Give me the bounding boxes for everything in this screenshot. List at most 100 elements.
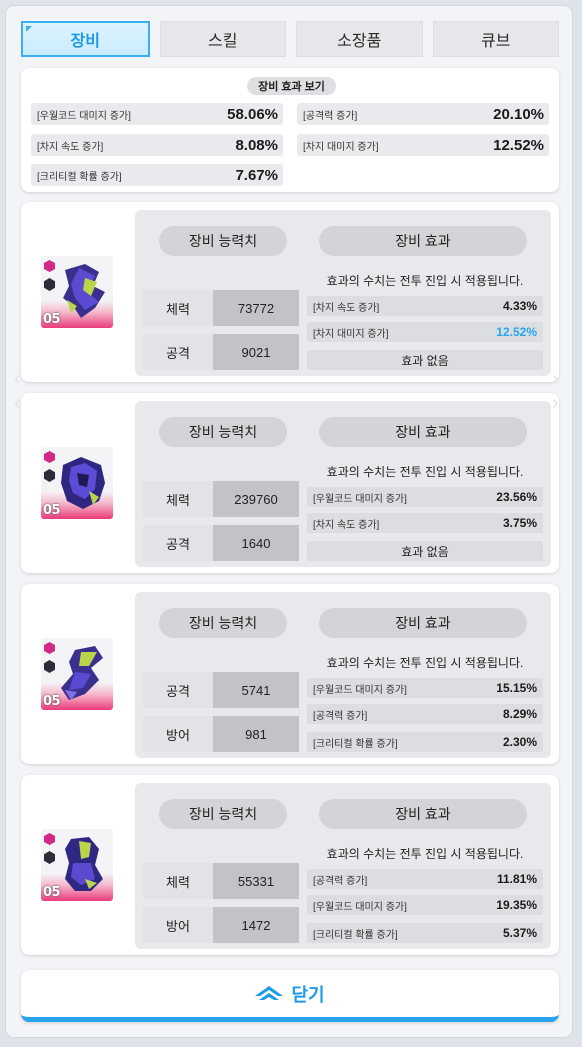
effect-value: 8.29% bbox=[502, 707, 537, 721]
effect-label: [우월코드 대미지 증가] bbox=[313, 493, 407, 505]
stat-value: 1472 bbox=[213, 907, 299, 943]
stat-name: 체력 bbox=[143, 290, 213, 326]
effects-header: 장비 효과 bbox=[319, 226, 527, 256]
gear-art-icon bbox=[63, 264, 105, 318]
effect-label: [크리티컬 확률 증가] bbox=[313, 929, 398, 941]
equipment-level: 05 bbox=[43, 312, 61, 327]
stat-name: 방어 bbox=[143, 716, 213, 752]
stat-row: 공격 5741 bbox=[143, 672, 299, 708]
close-button[interactable]: 닫기 bbox=[21, 970, 559, 1022]
effect-value: 15.15% bbox=[496, 681, 537, 695]
equipment-icon[interactable]: 05 bbox=[41, 638, 113, 710]
rarity-badge-icon bbox=[44, 260, 55, 272]
equipment-level: 05 bbox=[43, 503, 61, 518]
summary-row-value: 58.06% bbox=[227, 105, 278, 123]
summary-row-label: [차지 속도 증가] bbox=[37, 141, 104, 153]
stat-row: 방어 981 bbox=[143, 716, 299, 752]
gear-art-icon bbox=[65, 837, 103, 891]
gear-art-icon bbox=[61, 646, 103, 700]
effect-row: [크리티컬 확률 증가] 5.37% bbox=[307, 923, 543, 943]
tab-bar: 장비 스킬 소장품 큐브 bbox=[21, 21, 559, 57]
equipment-detail-panel: 장비 능력치 장비 효과 체력 73772 공격 9021 효과의 수치는 전투… bbox=[135, 210, 551, 376]
equipment-card[interactable]: 05 장비 능력치 장비 효과 체력 55331 방어 1472 효과의 수치는… bbox=[21, 775, 559, 955]
equipment-level: 05 bbox=[43, 694, 61, 709]
stat-name: 체력 bbox=[143, 481, 213, 517]
effect-label: [차지 속도 증가] bbox=[313, 519, 380, 531]
effect-label: [공격력 증가] bbox=[313, 875, 368, 887]
stat-row: 체력 239760 bbox=[143, 481, 299, 517]
effect-row: [차지 속도 증가] 4.33% bbox=[307, 296, 543, 316]
equipment-level: 05 bbox=[43, 885, 61, 900]
scroll-left-icon: ‹ bbox=[14, 368, 21, 390]
effect-row: [우월코드 대미지 증가] 23.56% bbox=[307, 487, 543, 507]
stat-name: 공격 bbox=[143, 525, 213, 561]
effects-header: 장비 효과 bbox=[319, 799, 527, 829]
tab-equipment[interactable]: 장비 bbox=[21, 21, 150, 57]
equipment-icon[interactable]: 05 bbox=[41, 829, 113, 901]
equipment-effect-summary: 장비 효과 보기 [우월코드 대미지 증가] 58.06% [공격력 증가] 2… bbox=[21, 68, 559, 192]
effect-value: 3.75% bbox=[502, 516, 537, 530]
stat-name: 방어 bbox=[143, 907, 213, 943]
summary-title: 장비 효과 보기 bbox=[247, 77, 336, 95]
effect-value: 4.33% bbox=[502, 299, 537, 313]
effect-label: [우월코드 대미지 증가] bbox=[313, 684, 407, 696]
effect-value: 5.37% bbox=[502, 926, 537, 940]
class-badge-icon bbox=[44, 278, 55, 291]
close-button-label: 닫기 bbox=[291, 984, 325, 1005]
effect-label: [크리티컬 확률 증가] bbox=[313, 738, 398, 750]
effect-value: 23.56% bbox=[496, 490, 537, 504]
stat-value: 55331 bbox=[213, 863, 299, 899]
effect-row: [차지 대미지 증가] 12.52% bbox=[307, 322, 543, 342]
stat-value: 981 bbox=[213, 716, 299, 752]
summary-row-value: 12.52% bbox=[493, 136, 544, 154]
effect-label: [차지 속도 증가] bbox=[313, 302, 380, 314]
stat-name: 공격 bbox=[143, 334, 213, 370]
scroll-left-icon: ‹ bbox=[14, 392, 21, 414]
stat-name: 공격 bbox=[143, 672, 213, 708]
summary-row: [차지 속도 증가] 8.08% bbox=[31, 134, 283, 156]
summary-row-value: 7.67% bbox=[235, 166, 278, 184]
effect-label: 효과 없음 bbox=[401, 544, 449, 559]
equipment-card[interactable]: 05 장비 능력치 장비 효과 체력 73772 공격 9021 효과의 수치는… bbox=[21, 202, 559, 382]
effect-value: 12.52% bbox=[496, 325, 537, 339]
summary-row-label: [크리티컬 확률 증가] bbox=[37, 171, 122, 183]
effects-header: 장비 효과 bbox=[319, 417, 527, 447]
effect-row: [크리티컬 확률 증가] 2.30% bbox=[307, 732, 543, 752]
equipment-card[interactable]: 05 장비 능력치 장비 효과 공격 5741 방어 981 효과의 수치는 전… bbox=[21, 584, 559, 764]
effect-value: 19.35% bbox=[496, 898, 537, 912]
equipment-icon[interactable]: 05 bbox=[41, 256, 113, 328]
effect-row: [우월코드 대미지 증가] 15.15% bbox=[307, 678, 543, 698]
effect-row: [우월코드 대미지 증가] 19.35% bbox=[307, 895, 543, 915]
tab-skill[interactable]: 스킬 bbox=[159, 21, 286, 57]
scroll-right-icon: › bbox=[552, 392, 559, 414]
stats-header: 장비 능력치 bbox=[159, 226, 287, 256]
stat-value: 1640 bbox=[213, 525, 299, 561]
scroll-right-icon: › bbox=[552, 368, 559, 390]
equipment-icon[interactable]: 05 bbox=[41, 447, 113, 519]
chevron-up-icon bbox=[255, 985, 284, 1000]
summary-row-value: 8.08% bbox=[235, 136, 278, 154]
stat-row: 체력 55331 bbox=[143, 863, 299, 899]
effect-label: [우월코드 대미지 증가] bbox=[313, 901, 407, 913]
summary-row: [공격력 증가] 20.10% bbox=[297, 103, 549, 125]
effect-row-empty: 효과 없음 bbox=[307, 350, 543, 370]
tab-collection[interactable]: 소장품 bbox=[296, 21, 423, 57]
stat-row: 공격 1640 bbox=[143, 525, 299, 561]
stats-header: 장비 능력치 bbox=[159, 799, 287, 829]
equipment-detail-panel: 장비 능력치 장비 효과 공격 5741 방어 981 효과의 수치는 전투 진… bbox=[135, 592, 551, 758]
stat-row: 공격 9021 bbox=[143, 334, 299, 370]
stat-value: 5741 bbox=[213, 672, 299, 708]
class-badge-icon bbox=[44, 660, 55, 673]
tab-cube[interactable]: 큐브 bbox=[432, 21, 559, 57]
effects-header: 장비 효과 bbox=[319, 608, 527, 638]
stat-value: 239760 bbox=[213, 481, 299, 517]
stats-header: 장비 능력치 bbox=[159, 417, 287, 447]
effect-notice: 효과의 수치는 전투 진입 시 적용됩니다. bbox=[326, 847, 524, 861]
summary-row-label: [우월코드 대미지 증가] bbox=[37, 110, 131, 122]
class-badge-icon bbox=[44, 469, 55, 482]
equipment-card[interactable]: 05 장비 능력치 장비 효과 체력 239760 공격 1640 효과의 수치… bbox=[21, 393, 559, 573]
effect-row-empty: 효과 없음 bbox=[307, 541, 543, 561]
effect-row: [공격력 증가] 11.81% bbox=[307, 869, 543, 889]
equipment-detail-panel: 장비 능력치 장비 효과 체력 239760 공격 1640 효과의 수치는 전… bbox=[135, 401, 551, 567]
effect-notice: 효과의 수치는 전투 진입 시 적용됩니다. bbox=[326, 465, 524, 479]
